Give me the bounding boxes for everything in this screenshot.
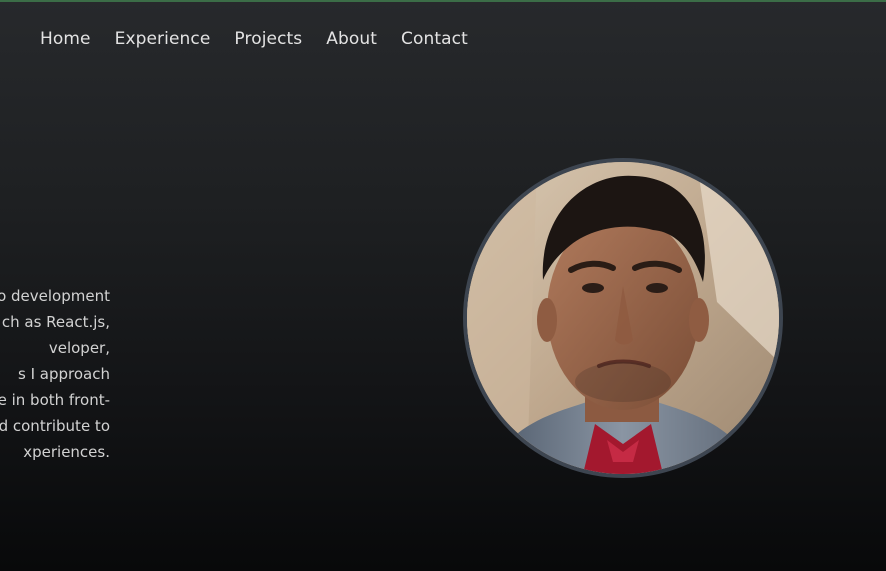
- nav-link-projects[interactable]: Projects: [234, 28, 302, 50]
- nav-link-about[interactable]: About: [326, 28, 377, 50]
- bio-line: e in both front-: [0, 391, 110, 409]
- bio-line: o development: [0, 287, 110, 305]
- bio-line: ch as React.js,: [1, 313, 110, 331]
- bio-line: s I approach: [18, 365, 110, 383]
- portrait-illustration: [467, 162, 779, 474]
- top-accent-bar: [0, 0, 886, 2]
- nav-link-experience[interactable]: Experience: [115, 28, 211, 50]
- nav-link-home[interactable]: Home: [40, 28, 91, 50]
- profile-photo: [463, 158, 783, 478]
- bio-paragraph: o development ch as React.js, veloper, s…: [0, 283, 110, 465]
- nav-link-contact[interactable]: Contact: [401, 28, 468, 50]
- bio-line: xperiences.: [23, 443, 110, 461]
- main-nav: Home Experience Projects About Contact: [40, 28, 468, 50]
- bio-line: veloper,: [48, 339, 110, 357]
- bio-line: d contribute to: [0, 417, 110, 435]
